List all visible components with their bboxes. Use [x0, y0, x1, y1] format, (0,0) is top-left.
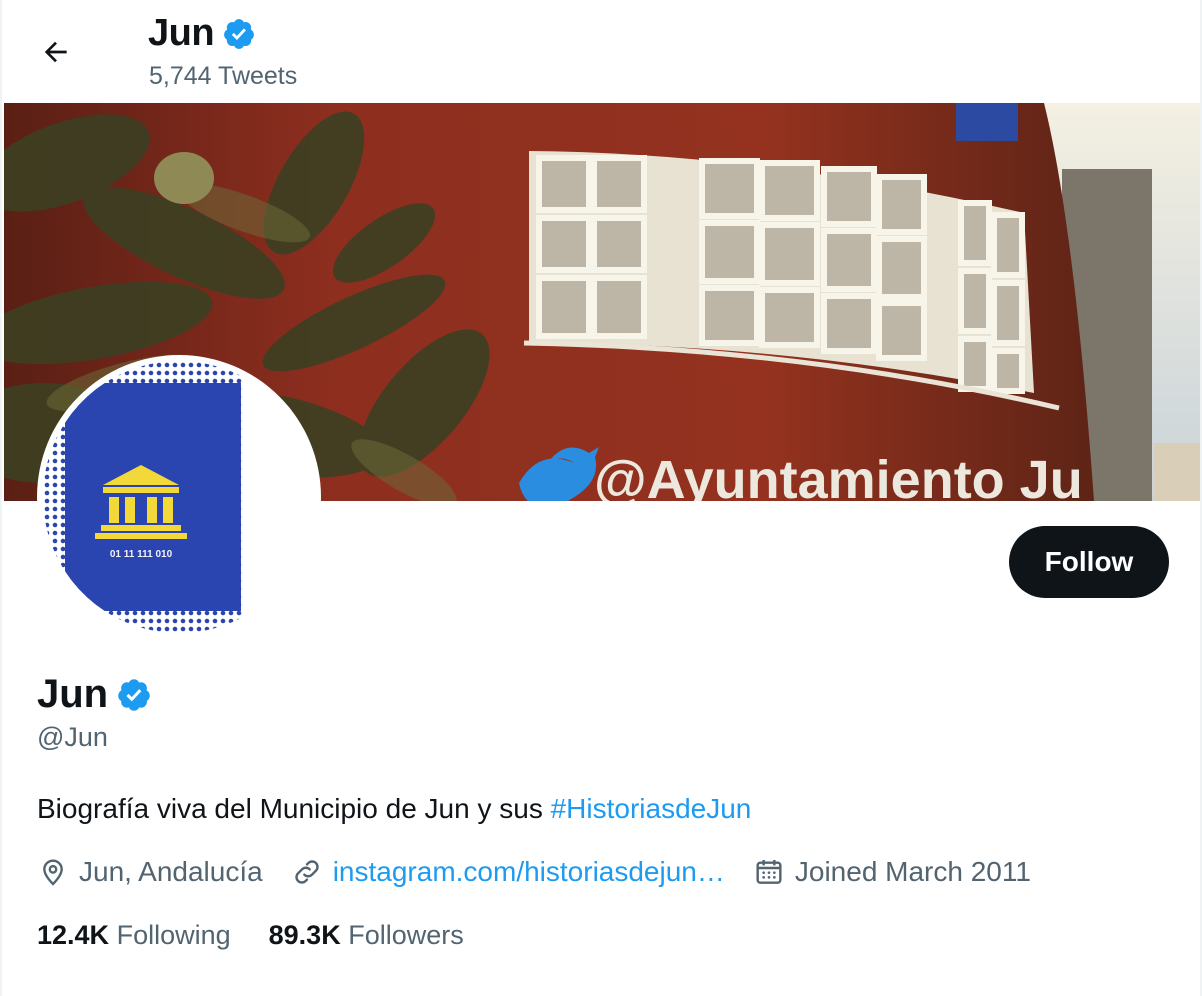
arrow-left-icon: [44, 41, 67, 63]
followers-count: 89.3K: [268, 920, 341, 950]
bio-text: Biografía viva del Municipio de Jun y su…: [37, 793, 551, 824]
following-label: Following: [116, 920, 231, 950]
location-text: Jun, Andalucía: [79, 856, 263, 887]
followers-stat[interactable]: 89.3K Followers: [269, 920, 464, 951]
avatar[interactable]: 01 11 111 010: [43, 361, 315, 633]
profile-stats: 12.4K Following 89.3K Followers: [37, 920, 502, 951]
profile-name: Jun: [37, 672, 109, 716]
profile-handle: @Jun: [37, 722, 108, 752]
website-link[interactable]: instagram.com/historiasdejun…: [333, 856, 725, 888]
profile-name-row: Jun: [37, 672, 152, 717]
avatar-border: 01 11 111 010: [37, 355, 321, 639]
link-icon: [295, 860, 319, 884]
banner-sign-text: @Ayuntamiento Ju: [594, 450, 1083, 501]
following-count: 12.4K: [37, 920, 110, 950]
joined-text: Joined March 2011: [794, 856, 1031, 887]
profile-header: Jun 5,744 Tweets: [2, 0, 1200, 103]
avatar-image: 01 11 111 010: [43, 361, 315, 633]
profile-page: Jun 5,744 Tweets @Ayuntamiento Ju 01 11 …: [0, 0, 1202, 996]
location-pin-icon: [43, 859, 63, 886]
verified-badge-icon: [224, 18, 254, 49]
tweets-count: 5,744 Tweets: [149, 62, 298, 90]
header-name: Jun: [148, 12, 215, 54]
location-item: Jun, Andalucía: [37, 856, 263, 888]
calendar-icon: [756, 860, 782, 884]
follow-button[interactable]: Follow: [1009, 526, 1169, 598]
joined-item: Joined March 2011: [753, 856, 1031, 888]
avatar-code-text: 01 11 111 010: [110, 549, 173, 560]
bio-hashtag-link[interactable]: #HistoriasdeJun: [551, 793, 752, 824]
back-button[interactable]: [34, 30, 78, 74]
website-item: instagram.com/historiasdejun…: [291, 856, 725, 888]
verified-badge-icon: [118, 678, 150, 711]
followers-label: Followers: [348, 920, 464, 950]
following-stat[interactable]: 12.4K Following: [37, 920, 231, 951]
profile-bio: Biografía viva del Municipio de Jun y su…: [37, 793, 751, 825]
profile-meta: Jun, Andalucía instagram.com/historiasde…: [37, 856, 1059, 888]
header-title: Jun: [148, 12, 256, 55]
